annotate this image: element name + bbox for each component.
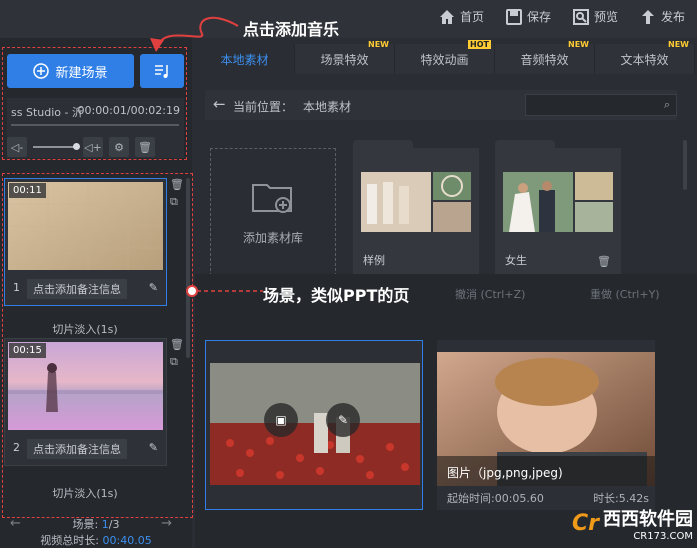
total-duration: 视频总时长: 00:40.05 [0,532,192,548]
tab-label: 特效动画 [420,52,469,67]
annotation-line-scene [186,285,263,297]
watermark-name: 西西软件园 [603,508,693,530]
save-button[interactable]: 保存 [505,8,551,25]
path-label: 当前位置： [233,100,294,114]
folder-tab [495,140,555,150]
add-folder-button[interactable]: 添加素材库 [210,148,336,276]
folder-tab [353,140,413,150]
annotation-scene: 场景，类似PPT的页 [263,286,410,305]
watermark-logo: Cr [572,510,599,536]
folder-add-icon [252,183,292,213]
add-folder-label: 添加素材库 [242,230,303,245]
new-badge: NEW [368,40,389,49]
path-value: 本地素材 [303,100,352,114]
preview-button[interactable]: 预览 [572,8,618,25]
upload-icon [641,9,654,24]
watermark-url: CR173.COM [633,530,693,542]
material-tabs: 本地素材 场景特效 NEW 特效动画 HOT 音频特效 NEW 文本特效 NEW [195,40,697,74]
hot-badge: HOT [468,40,491,49]
folder-girl[interactable]: 女生 🗑 [495,140,621,276]
folder-label: 样例 [363,254,385,267]
edit-clip-icon[interactable]: ✎ [326,403,360,437]
clip-thumbnail [210,363,420,485]
tab-audio-effects[interactable]: 音频特效 NEW [495,40,595,74]
clip-type: 图片（jpg,png,jpeg) [447,466,563,480]
scene-area-highlight [2,173,193,518]
clip-video-1[interactable]: ▣ ✎ [205,340,423,510]
annotation-add-music: 点击添加音乐 [243,20,340,39]
back-arrow-icon[interactable]: ← [213,95,226,113]
home-button[interactable]: 首页 [439,8,484,25]
undo-button[interactable]: 撤消 (Ctrl+Z) [455,286,525,302]
search-icon: ⌕ [663,98,670,111]
new-badge: NEW [568,40,589,49]
tab-effect-animation[interactable]: 特效动画 HOT [395,40,495,74]
home-label: 首页 [459,10,484,24]
redo-button[interactable]: 重做 (Ctrl+Y) [590,286,660,302]
replace-image-icon[interactable]: ▣ [264,403,298,437]
music-area-highlight [2,47,187,160]
folder-sample[interactable]: 样例 [353,140,479,276]
tab-label: 场景特效 [320,52,369,67]
top-toolbar: 首页 保存 预览 发布 [0,0,697,38]
annotation-arrow-music [150,16,239,52]
clip-image-2[interactable]: 图片（jpg,png,jpeg) 起始时间:00:05.60 时长:5.42s [437,340,655,510]
material-scrollbar[interactable] [683,140,687,190]
new-badge: NEW [668,40,689,49]
total-duration-value: 00:40.05 [102,534,152,547]
tab-text-effects[interactable]: 文本特效 NEW [595,40,695,74]
home-icon [439,9,454,24]
watermark: Cr 西西软件园 CR173.COM [493,502,693,544]
publish-button[interactable]: 发布 [640,8,685,25]
tab-scene-effects[interactable]: 场景特效 NEW [295,40,395,74]
folder-label: 女生 [505,254,527,267]
save-icon [505,8,522,25]
trash-icon[interactable]: 🗑 [597,255,611,268]
folder-thumbnail [503,172,613,232]
next-scene-icon[interactable]: → [161,516,172,531]
publish-label: 发布 [660,10,685,24]
scene-counter-label: 场景: [72,518,99,531]
folder-thumbnail [361,172,471,232]
path-bar: ← 当前位置： 本地素材 ⌕ [205,90,677,120]
search-input[interactable]: ⌕ [525,94,677,116]
save-label: 保存 [526,10,551,24]
scene-total: /3 [108,518,120,531]
scene-current: 1 [101,518,109,531]
total-duration-label: 视频总时长: [40,534,99,547]
preview-icon [572,8,589,25]
tab-label: 文本特效 [620,52,669,67]
preview-label: 预览 [593,10,618,24]
tab-label: 音频特效 [520,52,569,67]
